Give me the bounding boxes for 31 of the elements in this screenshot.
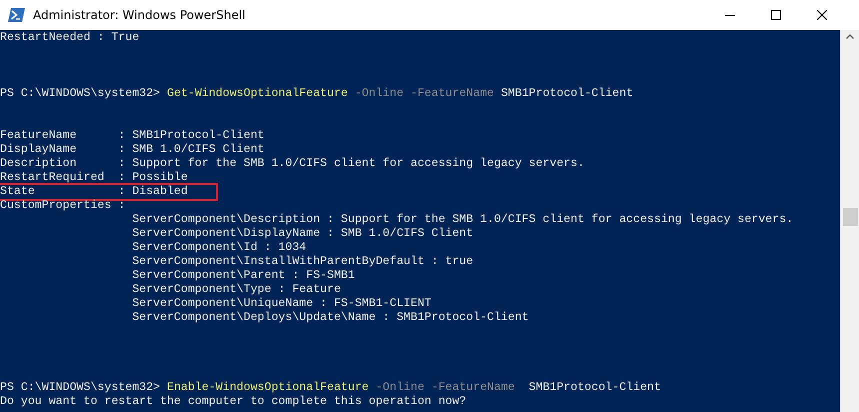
powershell-icon bbox=[8, 8, 25, 22]
prompt-text: PS C:\WINDOWS\system32> bbox=[0, 87, 162, 101]
output-text: DisplayName : SMB 1.0/CIFS Client bbox=[0, 143, 264, 157]
scrollbar[interactable] bbox=[840, 30, 859, 412]
close-icon bbox=[817, 10, 827, 20]
maximize-icon bbox=[771, 10, 781, 20]
command-text: Get-WindowsOptionalFeature bbox=[166, 87, 348, 101]
output-text: SMB1Protocol-Client bbox=[528, 381, 661, 395]
output-text: ServerComponent\Id : 1034 bbox=[131, 241, 306, 255]
parameter-text: -Online -FeatureName bbox=[354, 87, 494, 101]
output-text: ServerComponent\Description : Support for the SMB 1.0/CIFS client for accessing legacy servers. bbox=[131, 213, 794, 227]
output-text: State : Disabled bbox=[0, 185, 188, 199]
output-text: ServerComponent\UniqueName : FS-SMB1-CLIENT bbox=[131, 297, 432, 311]
window-title: Administrator: Windows PowerShell bbox=[33, 7, 246, 24]
output-text: ServerComponent\InstallWithParentByDefault : true bbox=[131, 255, 474, 269]
output-text: RestartNeeded : True bbox=[0, 31, 140, 45]
parameter-text: -Online -FeatureName bbox=[374, 381, 515, 395]
output-text: SMB1Protocol-Client bbox=[500, 87, 634, 101]
scrollbar-thumb[interactable] bbox=[843, 208, 858, 226]
output-text: ServerComponent\Parent : FS-SMB1 bbox=[131, 269, 355, 283]
output-text: ServerComponent\Deploys\Update\Name : SMB1Protocol-Client bbox=[131, 311, 529, 325]
output-text: FeatureName : SMB1Protocol-Client bbox=[0, 129, 264, 143]
prompt-text: PS C:\WINDOWS\system32> bbox=[0, 381, 161, 395]
output-text: ServerComponent\Type : Feature bbox=[131, 283, 341, 297]
scroll-up-icon[interactable] bbox=[846, 34, 854, 39]
output-text: ServerComponent\DisplayName : SMB 1.0/CIFS Client bbox=[131, 227, 474, 241]
output-text: CustomProperties : bbox=[0, 199, 126, 213]
command-text: Enable-WindowsOptionalFeature bbox=[166, 381, 369, 395]
output-text: Do you want to restart the computer to complete this operation now? bbox=[0, 395, 466, 409]
output-text: Description : Support for the SMB 1.0/CIFS client for accessing legacy servers. bbox=[0, 157, 584, 171]
output-text: RestartRequired : Possible bbox=[0, 171, 188, 185]
